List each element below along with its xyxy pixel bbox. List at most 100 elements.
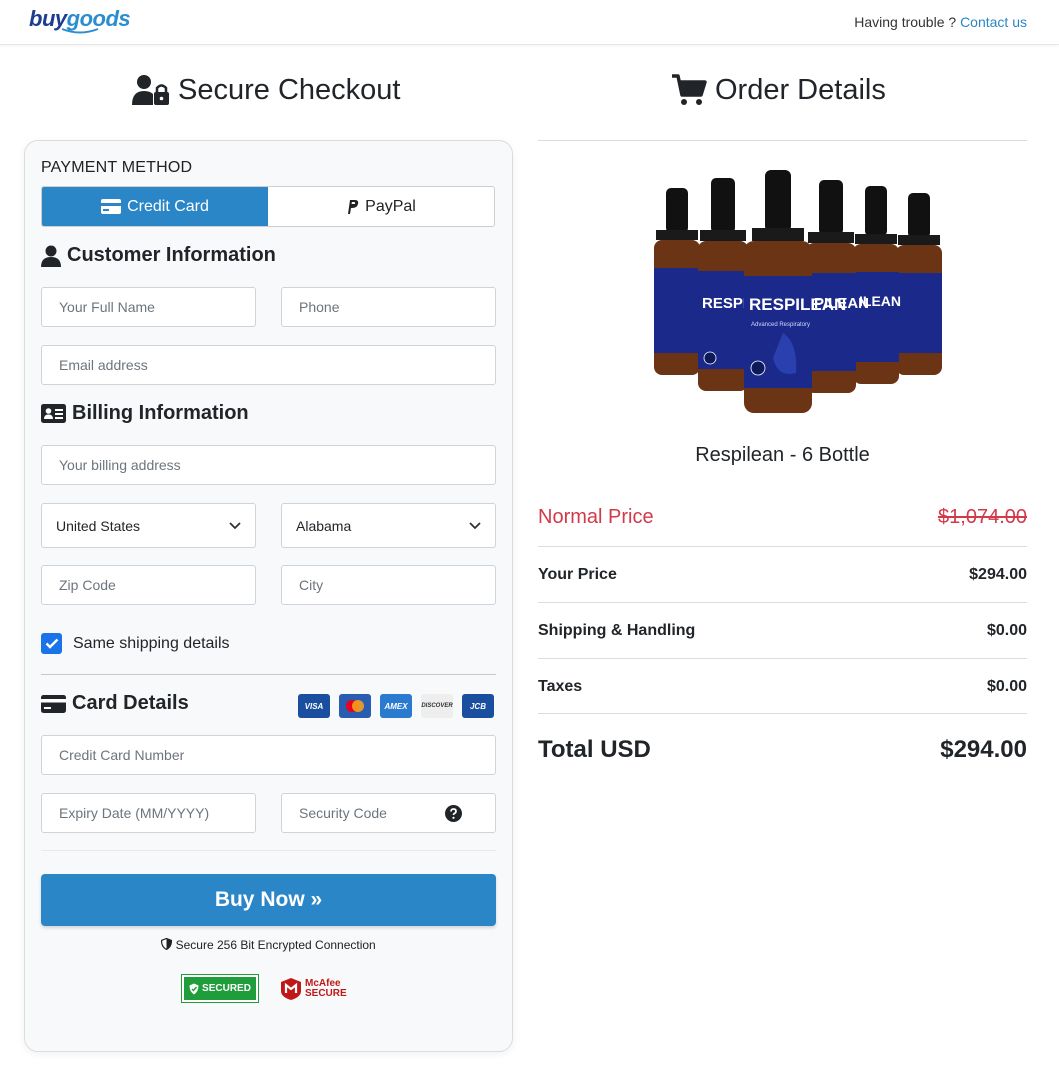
trustguard-text: SECURED — [202, 983, 251, 994]
row-divider — [538, 546, 1027, 547]
normal-price-label: Normal Price — [538, 505, 654, 528]
phone-input[interactable]: Phone — [281, 287, 496, 327]
trustguard-badge: SECURED — [181, 974, 259, 1003]
total-value: $294.00 — [940, 736, 1027, 763]
product-bottles-image: ILEAN RESPILE PILEAN RESPILEAN Advanced … — [654, 170, 942, 413]
bottle-back-right — [896, 193, 942, 375]
shopping-cart-icon — [672, 74, 707, 105]
tab-paypal[interactable]: PayPal — [268, 187, 494, 226]
order-title: Order Details — [715, 73, 886, 106]
same-shipping-checkbox[interactable] — [41, 633, 62, 654]
discover-icon: DISCOVER — [421, 694, 453, 718]
tab-credit-card[interactable]: Credit Card — [42, 187, 268, 226]
taxes-row: Taxes $0.00 — [538, 675, 1027, 699]
zip-code-input[interactable]: Zip Code — [41, 565, 256, 605]
credit-card-icon — [101, 199, 122, 214]
state-value: Alabama — [296, 517, 352, 534]
help-text: Having trouble ? Contact us — [854, 14, 1027, 30]
card-number-placeholder: Credit Card Number — [59, 747, 185, 763]
card-number-input[interactable]: Credit Card Number — [41, 735, 496, 775]
billing-address-placeholder: Your billing address — [59, 457, 181, 473]
zip-placeholder: Zip Code — [59, 577, 116, 593]
mastercard-icon — [339, 694, 371, 718]
security-placeholder: Security Code — [299, 805, 387, 821]
shipping-row: Shipping & Handling $0.00 — [538, 619, 1027, 643]
tab-paypal-label: PayPal — [365, 197, 416, 215]
trouble-text: Having trouble ? — [854, 14, 957, 30]
product-name: Respilean - 6 Bottle — [695, 444, 870, 466]
city-input[interactable]: City — [281, 565, 496, 605]
country-select[interactable]: United States — [41, 503, 256, 548]
section-divider — [41, 674, 496, 675]
buy-now-button[interactable]: Buy Now » — [41, 874, 496, 926]
payment-method-tabs: Credit Card PayPal — [41, 186, 495, 227]
visa-icon: VISA — [298, 694, 330, 718]
customer-info-heading: Customer Information — [41, 244, 276, 267]
mcafee-badge: McAfee SECURE — [280, 977, 351, 1001]
expiry-placeholder: Expiry Date (MM/YYYY) — [59, 805, 210, 821]
email-placeholder: Email address — [59, 357, 148, 373]
shipping-value: $0.00 — [986, 622, 1027, 639]
svg-text:RESPILEAN: RESPILEAN — [749, 295, 846, 314]
jcb-icon: JCB — [462, 694, 494, 718]
email-input[interactable]: Email address — [41, 345, 496, 385]
question-circle-icon[interactable] — [445, 804, 462, 822]
trust-badges: SECURED McAfee SECURE — [181, 974, 351, 1003]
secure-note-text: Secure 256 Bit Encrypted Connection — [175, 938, 376, 952]
expiry-date-input[interactable]: Expiry Date (MM/YYYY) — [41, 793, 256, 833]
amex-icon: AMEX — [380, 694, 412, 718]
chevron-down-icon — [469, 521, 481, 529]
taxes-label: Taxes — [538, 678, 583, 695]
check-icon — [45, 638, 58, 649]
row-divider — [538, 713, 1027, 714]
payment-method-label: PAYMENT METHOD — [41, 159, 193, 176]
svg-text:Advanced Respiratory: Advanced Respiratory — [751, 322, 810, 328]
shield-icon — [161, 937, 173, 951]
mcafee-text: McAfee SECURE — [305, 977, 347, 999]
secure-connection-note: Secure 256 Bit Encrypted Connection — [0, 937, 537, 952]
bottle-back-left — [654, 188, 700, 375]
user-icon — [41, 245, 61, 267]
shield-check-icon — [189, 983, 199, 994]
state-select[interactable]: Alabama — [281, 503, 496, 548]
chevron-down-icon — [229, 521, 241, 529]
tab-credit-card-label: Credit Card — [127, 197, 209, 215]
full-name-placeholder: Your Full Name — [59, 299, 155, 315]
normal-price-row: Normal Price $1,074.00 — [538, 504, 1027, 530]
user-lock-icon — [132, 75, 169, 105]
row-divider — [538, 658, 1027, 659]
bottle-mid-right2: ILEAN — [853, 186, 901, 384]
billing-info-heading: Billing Information — [41, 402, 249, 425]
card-brand-logos: VISA AMEX DISCOVER JCB — [298, 694, 494, 718]
same-shipping-row: Same shipping details — [41, 633, 230, 654]
taxes-value: $0.00 — [986, 678, 1027, 695]
billing-address-input[interactable]: Your billing address — [41, 445, 496, 485]
page-title: Secure Checkout — [178, 73, 401, 106]
security-code-input[interactable]: Security Code — [281, 793, 496, 833]
card-details-heading: Card Details — [41, 692, 189, 715]
logo-swoosh-icon — [61, 28, 99, 34]
contact-us-link[interactable]: Contact us — [960, 14, 1027, 30]
your-price-label: Your Price — [538, 566, 617, 583]
full-name-input[interactable]: Your Full Name — [41, 287, 256, 327]
secure-checkout-heading: Secure Checkout — [132, 70, 400, 110]
same-shipping-label: Same shipping details — [73, 634, 230, 652]
your-price-row: Your Price $294.00 — [538, 563, 1027, 587]
button-divider — [41, 850, 496, 851]
top-bar: buygoods Having trouble ? Contact us — [0, 0, 1059, 45]
order-top-divider — [538, 140, 1027, 141]
mcafee-logo-icon — [281, 977, 301, 1000]
shipping-label: Shipping & Handling — [538, 622, 696, 639]
card-details-title: Card Details — [72, 692, 189, 714]
total-row: Total USD $294.00 — [538, 734, 1027, 766]
phone-placeholder: Phone — [299, 299, 340, 315]
your-price-value: $294.00 — [969, 566, 1027, 583]
billing-info-title: Billing Information — [72, 402, 249, 424]
order-details-heading: Order Details — [671, 70, 886, 110]
address-card-icon — [41, 404, 66, 423]
normal-price-value: $1,074.00 — [938, 505, 1027, 528]
row-divider — [538, 602, 1027, 603]
customer-info-title: Customer Information — [67, 244, 276, 266]
country-value: United States — [56, 517, 141, 534]
city-placeholder: City — [299, 577, 324, 593]
